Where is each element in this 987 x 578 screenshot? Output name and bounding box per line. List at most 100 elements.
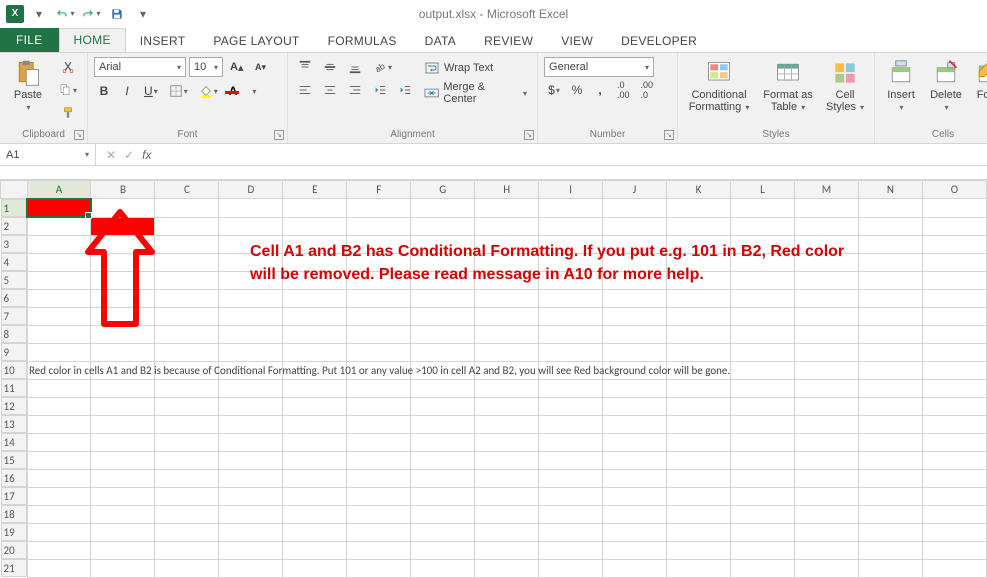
cell-L17[interactable] <box>730 487 794 505</box>
cell-M12[interactable] <box>794 397 858 415</box>
row-header-12[interactable]: 12 <box>1 397 27 415</box>
cell-E7[interactable] <box>283 307 347 325</box>
cell-G8[interactable] <box>411 325 475 343</box>
cell-C21[interactable] <box>155 559 219 577</box>
cell-O9[interactable] <box>922 343 986 361</box>
font-color-button[interactable]: A▾ <box>225 81 261 101</box>
cell-L20[interactable] <box>730 541 794 559</box>
cell-C4[interactable] <box>155 253 219 271</box>
cell-K15[interactable] <box>667 451 731 469</box>
cell-H13[interactable] <box>475 415 539 433</box>
cell-E9[interactable] <box>283 343 347 361</box>
cell-G2[interactable] <box>411 217 475 235</box>
cell-F16[interactable] <box>347 469 411 487</box>
col-header-G[interactable]: G <box>411 181 475 199</box>
cell-K17[interactable] <box>667 487 731 505</box>
cell-C3[interactable] <box>155 235 219 253</box>
cell-N15[interactable] <box>858 451 922 469</box>
cell-E15[interactable] <box>283 451 347 469</box>
cell-I18[interactable] <box>539 505 603 523</box>
col-header-L[interactable]: L <box>730 181 794 199</box>
col-header-H[interactable]: H <box>475 181 539 199</box>
cell-E16[interactable] <box>283 469 347 487</box>
cell-M11[interactable] <box>794 379 858 397</box>
cell-H16[interactable] <box>475 469 539 487</box>
col-header-O[interactable]: O <box>922 181 986 199</box>
cell-G11[interactable] <box>411 379 475 397</box>
cell-L8[interactable] <box>730 325 794 343</box>
cell-C11[interactable] <box>155 379 219 397</box>
cell-C6[interactable] <box>155 289 219 307</box>
row-header-7[interactable]: 7 <box>1 307 27 325</box>
align-left-button[interactable] <box>294 80 316 100</box>
paste-button[interactable]: Paste▾ <box>6 57 50 113</box>
cell-L18[interactable] <box>730 505 794 523</box>
cell-I11[interactable] <box>539 379 603 397</box>
cell-F8[interactable] <box>347 325 411 343</box>
row-header-16[interactable]: 16 <box>1 469 27 487</box>
cell-J11[interactable] <box>603 379 667 397</box>
cell-J8[interactable] <box>603 325 667 343</box>
cell-M19[interactable] <box>794 523 858 541</box>
row-header-13[interactable]: 13 <box>1 415 27 433</box>
cell-M2[interactable] <box>794 217 858 235</box>
cell-I21[interactable] <box>539 559 603 577</box>
cell-H11[interactable] <box>475 379 539 397</box>
cell-I8[interactable] <box>539 325 603 343</box>
cell-D2[interactable] <box>219 217 283 235</box>
cell-A10[interactable] <box>27 361 91 379</box>
cell-E13[interactable] <box>283 415 347 433</box>
redo-button[interactable]: ▾ <box>80 3 102 25</box>
col-header-F[interactable]: F <box>347 181 411 199</box>
cell-I9[interactable] <box>539 343 603 361</box>
cell-J18[interactable] <box>603 505 667 523</box>
cell-F1[interactable] <box>347 199 411 218</box>
cell-G16[interactable] <box>411 469 475 487</box>
row-header-20[interactable]: 20 <box>1 541 27 559</box>
cell-L2[interactable] <box>730 217 794 235</box>
row-header-4[interactable]: 4 <box>1 253 27 271</box>
cell-B19[interactable] <box>91 523 155 541</box>
cell-I19[interactable] <box>539 523 603 541</box>
comma-format-button[interactable]: , <box>590 80 610 100</box>
cell-K18[interactable] <box>667 505 731 523</box>
cell-K7[interactable] <box>667 307 731 325</box>
cell-G15[interactable] <box>411 451 475 469</box>
qat-dropdown[interactable]: ▾ <box>28 3 50 25</box>
cell-A9[interactable] <box>27 343 91 361</box>
cell-O2[interactable] <box>922 217 986 235</box>
conditional-formatting-button[interactable]: Conditional Formatting ▾ <box>684 57 754 113</box>
cell-N19[interactable] <box>858 523 922 541</box>
cell-O10[interactable] <box>922 361 986 379</box>
cell-B13[interactable] <box>91 415 155 433</box>
cell-E10[interactable] <box>283 361 347 379</box>
cell-O19[interactable] <box>922 523 986 541</box>
cell-L13[interactable] <box>730 415 794 433</box>
cell-G13[interactable] <box>411 415 475 433</box>
select-all-corner[interactable] <box>1 181 28 199</box>
cell-N17[interactable] <box>858 487 922 505</box>
cell-C15[interactable] <box>155 451 219 469</box>
cell-B9[interactable] <box>91 343 155 361</box>
cell-C20[interactable] <box>155 541 219 559</box>
cell-I14[interactable] <box>539 433 603 451</box>
cell-M9[interactable] <box>794 343 858 361</box>
row-header-14[interactable]: 14 <box>1 433 27 451</box>
wrap-text-button[interactable]: Wrap Text <box>420 57 531 79</box>
cell-E1[interactable] <box>283 199 347 218</box>
cell-H15[interactable] <box>475 451 539 469</box>
cell-O18[interactable] <box>922 505 986 523</box>
font-name-combo[interactable]: Arial▾ <box>94 57 186 77</box>
cell-H6[interactable] <box>475 289 539 307</box>
align-bottom-button[interactable] <box>344 57 366 77</box>
cell-F14[interactable] <box>347 433 411 451</box>
row-header-3[interactable]: 3 <box>1 235 27 253</box>
cell-C8[interactable] <box>155 325 219 343</box>
cell-N2[interactable] <box>858 217 922 235</box>
decrease-decimal-button[interactable]: .00.0 <box>637 80 658 100</box>
cell-D21[interactable] <box>219 559 283 577</box>
cell-J16[interactable] <box>603 469 667 487</box>
cell-L1[interactable] <box>730 199 794 218</box>
cell-K6[interactable] <box>667 289 731 307</box>
cell-B15[interactable] <box>91 451 155 469</box>
